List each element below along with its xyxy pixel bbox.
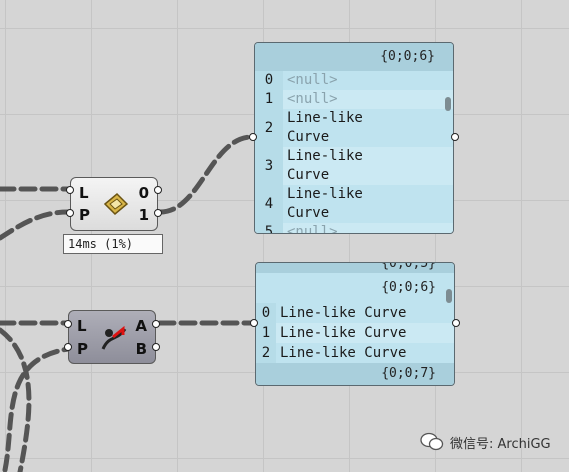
output-port-a[interactable]: A [135,316,147,336]
panel-row: 1 Line-like Curve [256,323,454,343]
panel1-output-grip[interactable] [451,133,459,141]
panel-row: 2 Line-like Curve [256,343,454,363]
profiler-label: 14ms (1%) [63,234,163,254]
curve-closest-point-icon [101,325,127,350]
panel-rows: 0 <null> 1 <null> 2 Line-like Curve 3 Line-like C… [255,71,453,234]
data-panel-2[interactable]: {0;0;5} {0;0;6} 0 Line-like Curve 1 Line-li… [255,262,455,386]
row-index: 4 [255,185,283,223]
panel-path-header: {0;0;6} [255,43,453,71]
row-value: <null> [287,224,338,234]
panel-row: 0 Line-like Curve [256,303,454,323]
wechat-icon [420,432,444,451]
row-index: 2 [256,343,276,363]
input-port-p[interactable]: P [79,205,90,225]
data-panel-1[interactable]: {0;0;6} 0 <null> 1 <null> 2 Line-like Curve 3 Li… [254,42,454,234]
panel-scrollbar[interactable] [446,289,452,303]
output-port-0[interactable]: 0 [139,183,149,203]
panel2-input-grip[interactable] [250,319,258,327]
row-value: Line-like Curve [287,110,363,145]
panel-row: 1 <null> [255,90,453,109]
wire-out1-to-panel1 [157,134,253,215]
row-index: 1 [255,90,283,109]
input-port-l[interactable]: L [77,316,87,336]
row-index: 0 [256,303,276,323]
input-grip-p[interactable] [66,209,74,217]
panel-row: 0 <null> [255,71,453,90]
row-value: <null> [287,91,338,107]
panel-path-header: {0;0;6} [256,273,454,303]
panel-row: 5 <null> [255,223,453,234]
row-index: 3 [255,147,283,185]
output-grip-b[interactable] [152,343,160,351]
input-grip-p[interactable] [64,343,72,351]
panel2-output-grip[interactable] [452,319,460,327]
row-value: Line-like Curve [280,325,407,341]
panel-path-footer: {0;0;7} [256,363,454,385]
wire-left-to-P-bottom [2,346,71,472]
input-grip-l[interactable] [64,320,72,328]
output-grip-0[interactable] [154,186,162,194]
row-value: Line-like Curve [287,186,363,221]
output-grip-a[interactable] [152,320,160,328]
panel-path-header-partial: {0;0;5} [256,263,454,273]
watermark: 微信号: ArchiGG [420,432,551,452]
panel-scrollbar[interactable] [445,97,451,111]
row-value: Line-like Curve [280,305,407,321]
row-index: 5 [255,223,283,233]
row-index: 1 [256,323,276,343]
output-port-b[interactable]: B [136,339,147,359]
input-port-l[interactable]: L [79,183,89,203]
row-index: 2 [255,109,283,147]
panel1-input-grip[interactable] [249,133,257,141]
panel-rows: 0 Line-like Curve 1 Line-like Curve 2 Line-li… [256,303,454,363]
closest-point-component[interactable]: L P A B [64,310,160,364]
evaluate-length-icon [103,192,129,216]
output-port-1[interactable]: 1 [139,205,149,225]
row-value: Line-like Curve [280,345,407,361]
evaluate-component[interactable]: L P 0 1 [66,177,162,231]
row-value: Line-like Curve [287,148,363,183]
input-port-p[interactable]: P [77,339,88,359]
watermark-text: 微信号: ArchiGG [450,436,551,452]
input-grip-l[interactable] [66,186,74,194]
panel-row: 3 Line-like Curve [255,147,453,185]
panel-row: 4 Line-like Curve [255,185,453,223]
row-value: <null> [287,72,338,88]
wire-left-to-P-top [0,209,71,241]
output-grip-1[interactable] [154,209,162,217]
row-index: 0 [255,71,283,90]
panel-row: 2 Line-like Curve [255,109,453,147]
